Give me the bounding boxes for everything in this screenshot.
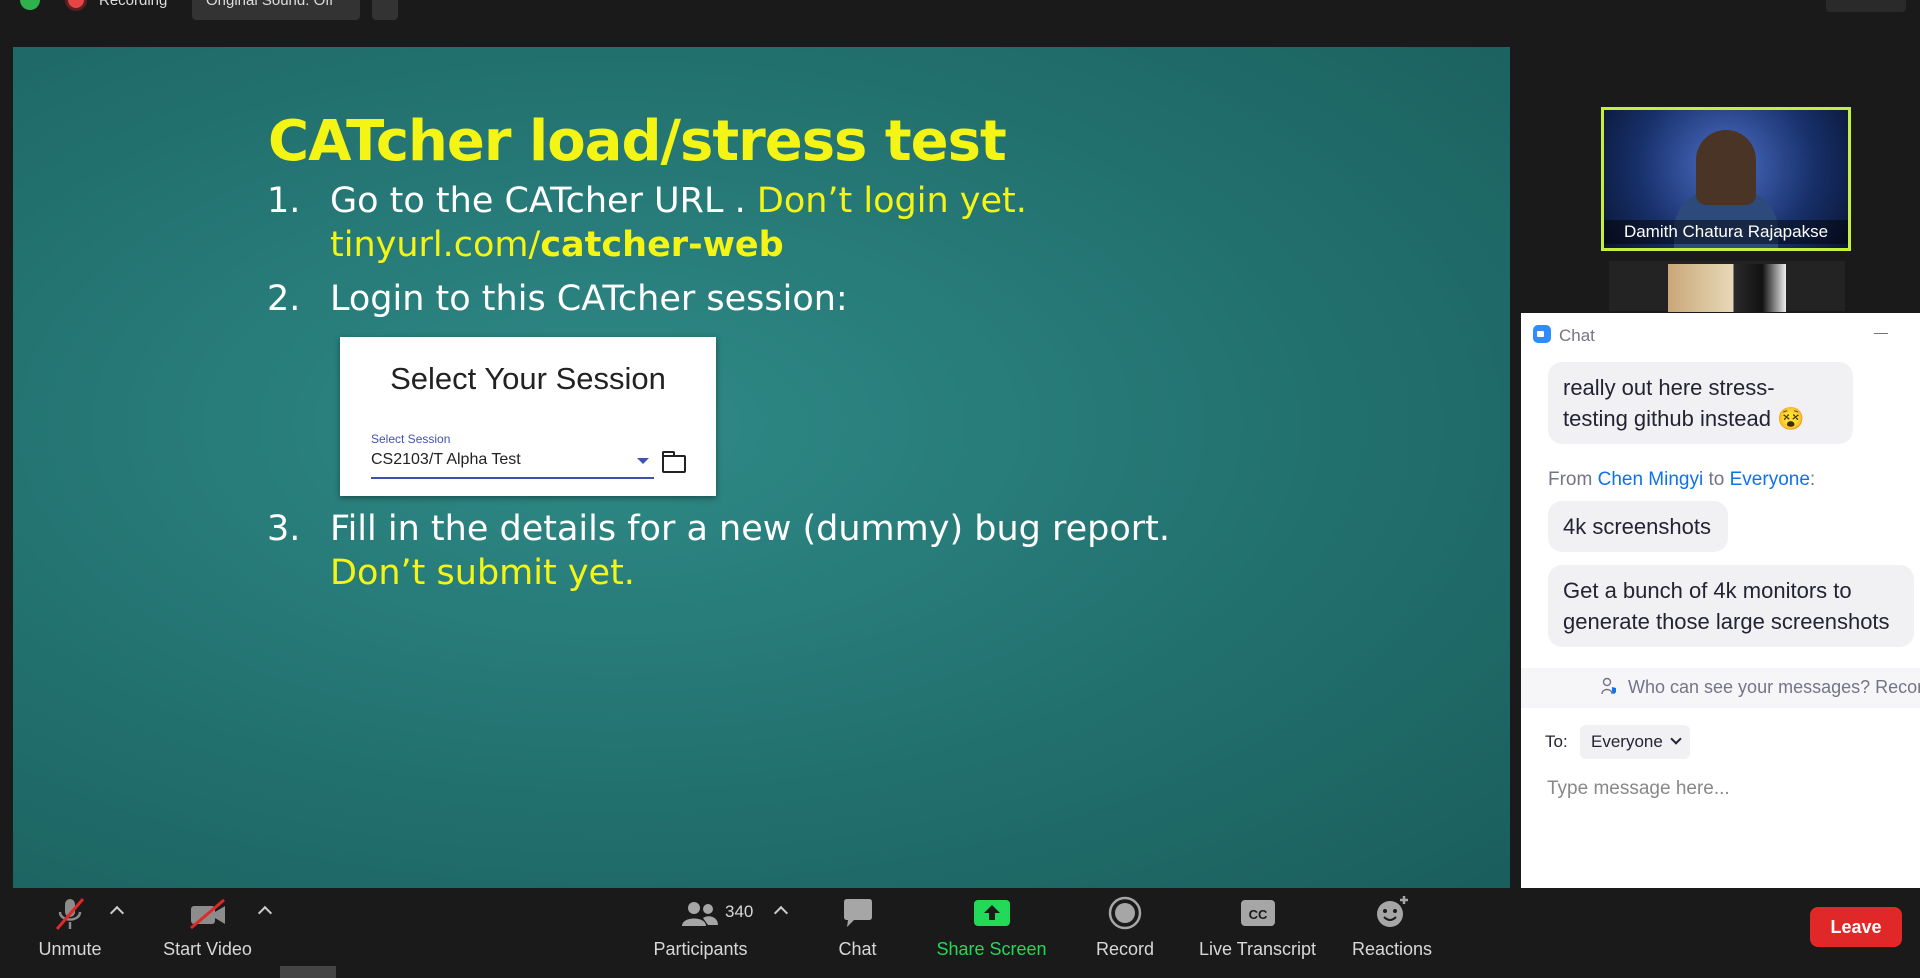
chat-message-input[interactable]: [1545, 773, 1909, 805]
privacy-text: Who can see your messages? Recording: [1628, 677, 1920, 697]
record-button[interactable]: Record: [1080, 888, 1170, 978]
from-mid: to: [1703, 469, 1730, 490]
session-select-card: Select Your Session Select Session CS210…: [340, 337, 716, 496]
item-number: 3.: [267, 509, 301, 549]
leave-button[interactable]: Leave: [1810, 907, 1902, 947]
svg-text:CC: CC: [1248, 907, 1267, 922]
reactions-label: Reactions: [1351, 939, 1433, 959]
chat-bubble-icon: [843, 899, 872, 927]
participants-options-caret-icon[interactable]: [773, 905, 789, 921]
participants-button[interactable]: 340 Participants: [643, 888, 758, 978]
unmute-label: Unmute: [38, 939, 102, 959]
start-video-button[interactable]: Start Video: [150, 888, 265, 978]
participants-icon: [682, 902, 718, 926]
slide-item-2: Login to this CATcher session:: [330, 279, 848, 319]
session-field-value: CS2103/T Alpha Test: [371, 451, 521, 468]
recipient-select[interactable]: Everyone: [1580, 725, 1690, 759]
slide-item-3-line-2: Don’t submit yet.: [330, 553, 635, 593]
speaker-head: [1696, 130, 1756, 205]
speaker-name: Damith Chatura Rajapakse: [1604, 220, 1848, 244]
slide-item-1-line-1: Go to the CATcher URL . Don’t login yet.: [330, 181, 1027, 221]
meeting-toolbar: Unmute Start Video 340 Participants Chat: [0, 888, 1920, 978]
share-screen-button[interactable]: Share Screen: [929, 888, 1054, 978]
zoom-logo-icon: [1533, 325, 1551, 343]
session-card-title: Select Your Session: [390, 361, 666, 396]
catcher-url-path: catcher-web: [540, 225, 784, 265]
slide-item-3-line-1: Fill in the details for a new (dummy) bu…: [330, 509, 1170, 549]
reactions-smiley-icon: [1377, 896, 1408, 927]
participants-count: 340: [725, 902, 754, 921]
shared-screen-slide: CATcher load/stress test 1. Go to the CA…: [13, 47, 1510, 888]
session-field-underline: [371, 477, 654, 479]
chat-privacy-bar[interactable]: Who can see your messages? Recording: [1521, 668, 1920, 708]
chat-message: really out here stress-testing github in…: [1548, 362, 1853, 444]
microphone-muted-icon: [55, 898, 85, 930]
dropdown-caret-icon: [637, 458, 649, 464]
top-bar: Recording Original Sound: Off: [0, 0, 1920, 46]
session-field-label: Select Session: [371, 432, 451, 446]
unmute-button[interactable]: Unmute: [20, 888, 120, 978]
view-options-button[interactable]: [1826, 0, 1906, 12]
item-number: 2.: [267, 279, 301, 319]
start-video-label: Start Video: [163, 939, 252, 959]
folder-icon: [662, 451, 686, 473]
record-icon: [1108, 896, 1142, 930]
chat-panel: Chat really out here stress-testing gith…: [1521, 313, 1920, 889]
share-screen-label: Share Screen: [936, 939, 1047, 959]
live-transcript-button[interactable]: CC Live Transcript: [1190, 888, 1325, 978]
security-shield-icon[interactable]: [20, 0, 40, 10]
recording-label: Recording: [99, 0, 168, 9]
chat-label: Chat: [838, 939, 877, 959]
person-shield-icon: [1601, 677, 1616, 695]
slide-item-1-line-2: tinyurl.com/catcher-web: [330, 225, 784, 265]
chat-message: 4k screenshots: [1548, 501, 1728, 552]
from-prefix: From: [1548, 469, 1598, 490]
slide-title: CATcher load/stress test: [268, 109, 1007, 174]
chat-button[interactable]: Chat: [815, 888, 900, 978]
chat-recipient-link[interactable]: Everyone: [1730, 469, 1810, 490]
record-label: Record: [1095, 939, 1155, 959]
recording-icon: [68, 0, 84, 8]
chat-title: Chat: [1559, 326, 1595, 345]
from-suffix: :: [1809, 469, 1816, 490]
recipient-value: Everyone: [1591, 732, 1663, 751]
chat-message: Get a bunch of 4k monitors to generate t…: [1548, 565, 1914, 647]
minimize-icon[interactable]: [1874, 333, 1888, 334]
chat-from-line: From Chen Mingyi to Everyone:: [1548, 469, 1815, 491]
video-camera-off-icon: [189, 898, 225, 930]
item-1-text: Go to the CATcher URL .: [330, 181, 757, 221]
original-sound-dropdown-button[interactable]: [372, 0, 398, 20]
original-sound-button[interactable]: Original Sound: Off: [192, 0, 360, 20]
chat-header: Chat: [1521, 313, 1920, 355]
catcher-url-prefix: tinyurl.com/: [330, 225, 541, 265]
participant-thumbnail-image: [1668, 264, 1786, 312]
reactions-button[interactable]: Reactions: [1342, 888, 1442, 978]
chat-sender-link[interactable]: Chen Mingyi: [1598, 469, 1704, 490]
item-number: 1.: [267, 181, 301, 221]
share-screen-icon: [973, 900, 1010, 926]
active-speaker-video[interactable]: Damith Chatura Rajapakse: [1601, 107, 1851, 251]
participants-label: Participants: [653, 939, 748, 959]
to-label: To:: [1545, 732, 1568, 751]
live-transcript-label: Live Transcript: [1198, 939, 1317, 959]
closed-caption-icon: CC: [1240, 900, 1275, 926]
bottom-scroll-indicator: [280, 966, 336, 978]
item-1-highlight: Don’t login yet.: [756, 181, 1027, 221]
chevron-down-icon: [1670, 733, 1682, 745]
